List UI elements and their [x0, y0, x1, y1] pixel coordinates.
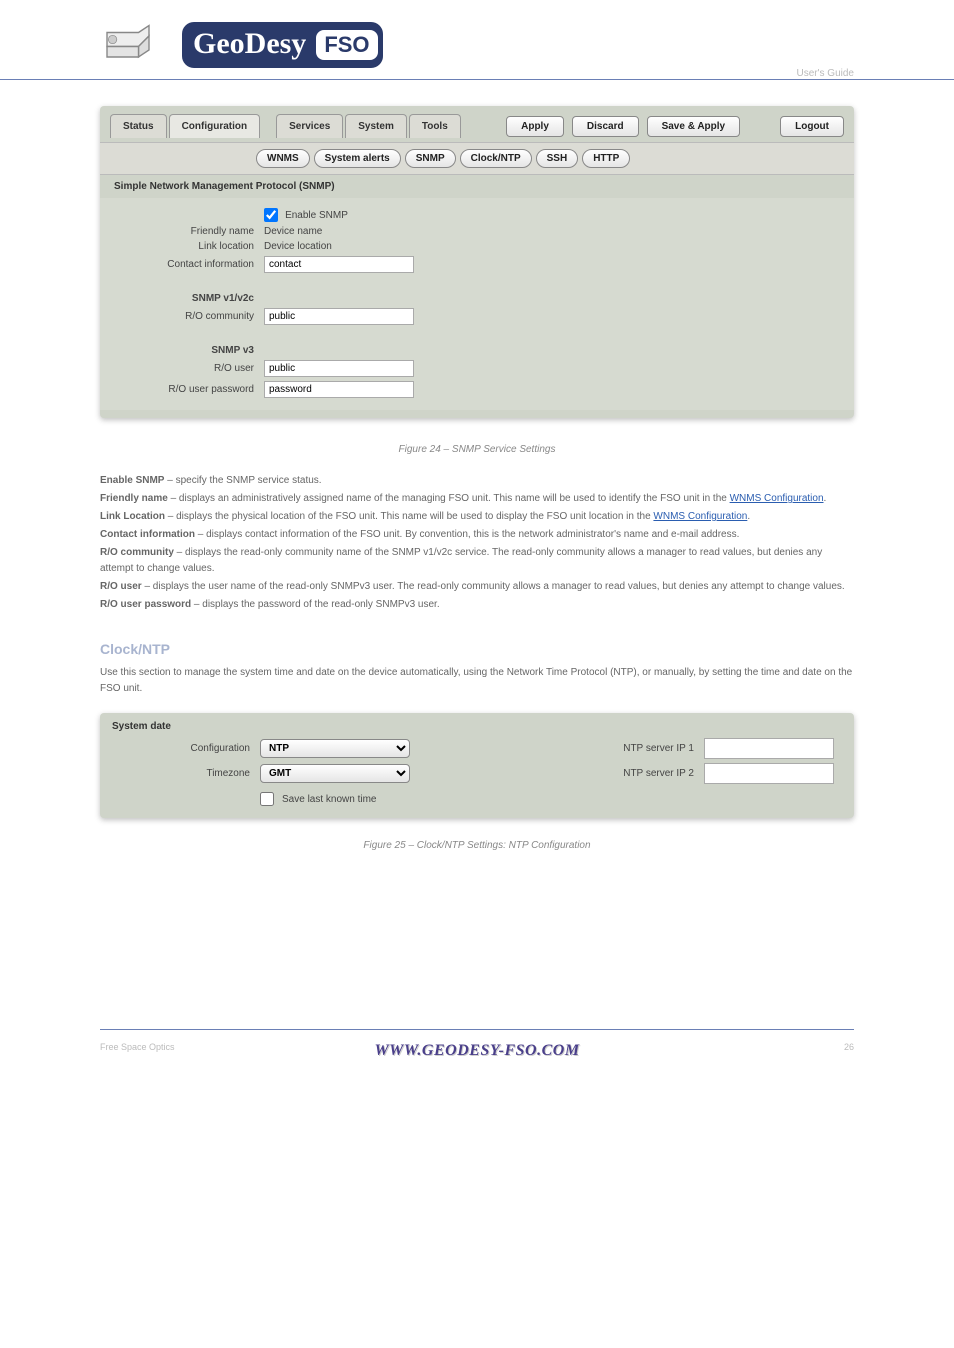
figure-caption-25: Figure 25 – Clock/NTP Settings: NTP Conf…: [100, 840, 854, 851]
sub-tabs: WNMS System alerts SNMP Clock/NTP SSH HT…: [100, 142, 854, 175]
page-header: GeoDesy FSO User's Guide: [0, 0, 954, 80]
subtab-ssh[interactable]: SSH: [536, 149, 579, 168]
clock-ntp-heading: Clock/NTP: [100, 641, 854, 657]
apply-button[interactable]: Apply: [506, 116, 564, 137]
page-content: Status Configuration Services System Too…: [0, 80, 954, 909]
tab-services[interactable]: Services: [276, 114, 343, 138]
configuration-select[interactable]: NTP: [260, 739, 410, 758]
ro-community-label: R/O community: [114, 311, 264, 322]
subtab-http[interactable]: HTTP: [582, 149, 630, 168]
discard-button[interactable]: Discard: [572, 116, 639, 137]
friendly-name-value: Device name: [264, 226, 322, 237]
main-tabs: Status Configuration Services System Too…: [110, 114, 463, 138]
configuration-label: Configuration: [110, 743, 260, 754]
def-link-location-term: Link Location: [100, 511, 165, 522]
def-ro-user-term: R/O user: [100, 581, 142, 592]
friendly-name-label: Friendly name: [114, 226, 264, 237]
def-friendly-name-text: – displays an administratively assigned …: [168, 493, 730, 504]
subtab-clock-ntp[interactable]: Clock/NTP: [460, 149, 532, 168]
clock-ntp-intro: Use this section to manage the system ti…: [100, 665, 854, 697]
def-friendly-name-term: Friendly name: [100, 493, 168, 504]
snmp-config-panel: Status Configuration Services System Too…: [100, 106, 854, 418]
footer-page-number: 26: [844, 1042, 854, 1052]
subtab-wnms[interactable]: WNMS: [256, 149, 310, 168]
def-enable-snmp-text: – specify the SNMP service status.: [164, 475, 321, 486]
ntp1-label: NTP server IP 1: [554, 743, 704, 754]
ro-user-label: R/O user: [114, 363, 264, 374]
timezone-label: Timezone: [110, 768, 260, 779]
subtab-system-alerts[interactable]: System alerts: [314, 149, 401, 168]
snmp-section-title: Simple Network Management Protocol (SNMP…: [100, 175, 854, 198]
save-last-known-time-checkbox[interactable]: Save last known time: [260, 788, 844, 806]
def-ro-user-pwd-text: – displays the password of the read-only…: [191, 599, 439, 610]
ro-user-pwd-label: R/O user password: [114, 384, 264, 395]
definitions-block: Enable SNMP – specify the SNMP service s…: [100, 473, 854, 613]
def-ro-community-term: R/O community: [100, 547, 174, 558]
def-contact-info-text: – displays contact information of the FS…: [195, 529, 739, 540]
tab-system[interactable]: System: [345, 114, 407, 138]
ro-user-pwd-input[interactable]: [264, 381, 414, 398]
def-contact-info-term: Contact information: [100, 529, 195, 540]
system-date-panel: System date Configuration NTP NTP server…: [100, 713, 854, 818]
wnms-config-link-1[interactable]: WNMS Configuration: [730, 493, 824, 504]
enable-snmp-label: Enable SNMP: [285, 210, 348, 221]
brand-logo: GeoDesy FSO: [182, 22, 383, 68]
contact-info-label: Contact information: [114, 259, 264, 270]
page-footer: Free Space Optics WWW.GEODESY-FSO.COM 26: [100, 1029, 854, 1060]
brand-sub: FSO: [316, 30, 377, 60]
top-actions: Apply Discard Save & Apply Logout: [506, 116, 844, 137]
save-apply-button[interactable]: Save & Apply: [647, 116, 741, 137]
def-enable-snmp-term: Enable SNMP: [100, 475, 164, 486]
def-link-location-text: – displays the physical location of the …: [165, 511, 653, 522]
save-last-known-time-label: Save last known time: [282, 794, 377, 805]
tab-configuration[interactable]: Configuration: [169, 114, 261, 138]
ro-user-input[interactable]: [264, 360, 414, 377]
ntp1-input[interactable]: [704, 738, 834, 759]
def-ro-user-text: – displays the user name of the read-onl…: [142, 581, 845, 592]
doc-subtitle: User's Guide: [797, 68, 855, 79]
tab-tools[interactable]: Tools: [409, 114, 461, 138]
footer-brand: WWW.GEODESY-FSO.COM: [374, 1042, 579, 1060]
ntp2-label: NTP server IP 2: [554, 768, 704, 779]
ro-community-input[interactable]: [264, 308, 414, 325]
enable-snmp-checkbox[interactable]: Enable SNMP: [264, 208, 348, 222]
link-location-label: Link location: [114, 241, 264, 252]
footer-left: Free Space Optics: [100, 1042, 175, 1052]
link-location-value: Device location: [264, 241, 332, 252]
def-ro-community-text: – displays the read-only community name …: [100, 547, 822, 574]
subtab-snmp[interactable]: SNMP: [405, 149, 456, 168]
contact-info-input[interactable]: [264, 256, 414, 273]
camera-icon: [100, 18, 170, 71]
timezone-select[interactable]: GMT: [260, 764, 410, 783]
wnms-config-link-2[interactable]: WNMS Configuration: [653, 511, 747, 522]
def-ro-user-pwd-term: R/O user password: [100, 599, 191, 610]
top-nav: Status Configuration Services System Too…: [100, 106, 854, 142]
snmp-v12c-header: SNMP v1/v2c: [114, 293, 264, 304]
snmp-v3-header: SNMP v3: [114, 345, 264, 356]
ntp2-input[interactable]: [704, 763, 834, 784]
figure-caption-24: Figure 24 – SNMP Service Settings: [100, 444, 854, 455]
system-date-title: System date: [110, 719, 844, 738]
snmp-section-body: Enable SNMP Friendly name Device name Li…: [100, 198, 854, 410]
brand-main: GeoDesy: [185, 25, 314, 65]
tab-status[interactable]: Status: [110, 114, 167, 138]
logout-button[interactable]: Logout: [780, 116, 844, 137]
